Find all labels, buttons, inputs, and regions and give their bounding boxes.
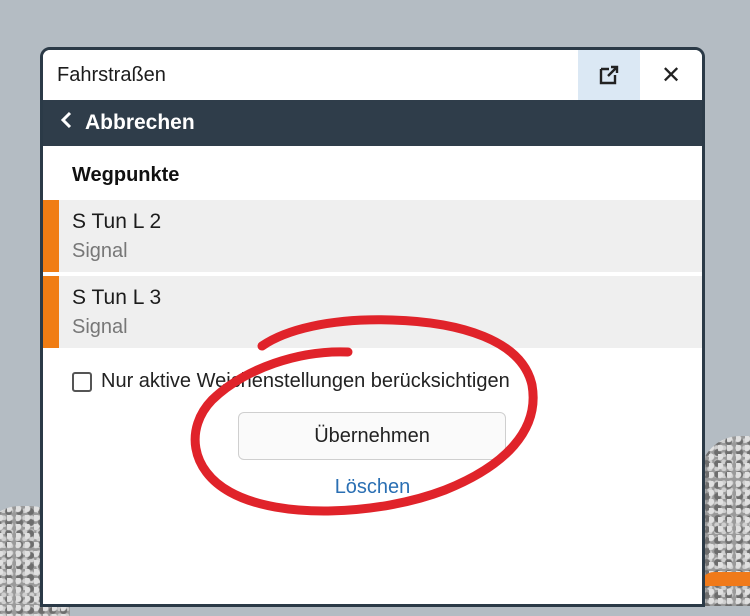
active-switches-option[interactable]: Nur aktive Weichenstellungen berücksicht…	[43, 352, 702, 393]
close-button[interactable]: ✕	[640, 50, 702, 100]
back-button[interactable]: Abbrechen	[43, 100, 702, 146]
waypoint-accent-bar	[43, 200, 59, 272]
active-switches-label: Nur aktive Weichenstellungen berücksicht…	[101, 370, 510, 392]
waypoint-name: S Tun L 2	[72, 210, 162, 233]
delete-link[interactable]: Löschen	[43, 476, 702, 499]
popout-button[interactable]	[578, 50, 640, 100]
routes-panel: Fahrstraßen ✕ Abbrechen Wegpunkte S Tun …	[40, 47, 705, 607]
popout-icon	[599, 65, 619, 85]
close-icon: ✕	[660, 61, 682, 89]
waypoint-type: Signal	[72, 240, 128, 262]
waypoint-accent-bar	[43, 276, 59, 348]
active-switches-checkbox[interactable]	[72, 371, 92, 392]
apply-button[interactable]: Übernehmen	[238, 412, 506, 460]
waypoint-item[interactable]: S Tun L 3 Signal	[43, 276, 702, 348]
background-orange-element	[700, 572, 750, 586]
panel-title: Fahrstraßen	[57, 63, 166, 86]
waypoint-name: S Tun L 3	[72, 286, 162, 309]
waypoints-heading: Wegpunkte	[72, 164, 180, 186]
chevron-left-icon	[59, 111, 73, 135]
panel-titlebar: Fahrstraßen ✕	[43, 50, 702, 100]
waypoint-type: Signal	[72, 316, 128, 338]
waypoint-item[interactable]: S Tun L 2 Signal	[43, 200, 702, 272]
back-label: Abbrechen	[85, 111, 195, 134]
